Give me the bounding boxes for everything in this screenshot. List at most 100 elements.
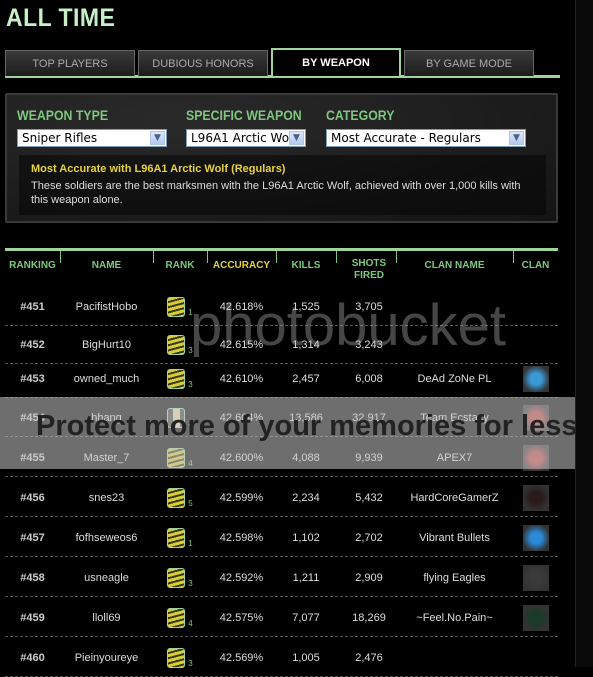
table-row: #454 hhang 3 42.604% 13,586 32,917 Team Ecstac…	[5, 399, 558, 437]
tab-dubious-honors[interactable]: DUBIOUS HONORS	[138, 50, 268, 76]
filter-panel: WEAPON TYPE Sniper Rifles ▼ SPECIFIC WEAP…	[5, 93, 558, 223]
clan-cell: Vibrant Bullets	[419, 531, 490, 544]
shots-cell: 6,008	[355, 372, 383, 385]
col-kills[interactable]: KILLS	[276, 260, 336, 272]
tab-by-game-mode[interactable]: BY GAME MODE	[404, 50, 534, 76]
clan-cell: Team Ecstacy	[420, 411, 489, 424]
clan-emblem-icon	[522, 404, 549, 431]
chevron-down-icon[interactable]: ▼	[509, 131, 524, 145]
clan-emblem-cell	[513, 599, 558, 636]
rank-cell: 1	[153, 519, 207, 556]
col-clan-name[interactable]: CLAN NAME	[396, 260, 513, 272]
clan-emblem-cell	[513, 559, 558, 596]
rank-level: 1	[188, 539, 193, 548]
kills-cell: 1,525	[292, 300, 320, 313]
clan-cell: ~Feel.No.Pain~	[416, 611, 493, 624]
rank-level: 4	[188, 459, 193, 468]
category-value: Most Accurate - Regulars	[331, 131, 481, 145]
specific-weapon-label: SPECIFIC WEAPON	[186, 107, 302, 123]
description-text: These soldiers are the best marksmen wit…	[31, 180, 521, 206]
player-name-link[interactable]: fofhseweos6	[60, 519, 153, 556]
shots-cell: 2,909	[355, 571, 383, 584]
shots-cell: 3,243	[355, 338, 383, 351]
clan-emblem-icon	[522, 524, 549, 551]
rank-level: 3	[188, 380, 193, 389]
tab-top-players[interactable]: TOP PLAYERS	[5, 50, 135, 76]
kills-cell: 1,314	[292, 338, 320, 351]
rank-cell: 4	[153, 599, 207, 636]
table-row: #460 Pieinyoureye 3 42.569% 1,005 2,476	[5, 639, 558, 677]
accuracy-cell: 42.618%	[219, 300, 264, 313]
player-name-link[interactable]: Master_7	[60, 439, 153, 476]
player-name-link[interactable]: Pieinyoureye	[60, 639, 153, 676]
rank-level: 5	[188, 499, 193, 508]
rank-cell: 5	[153, 479, 207, 516]
clan-emblem-cell	[513, 360, 558, 397]
accuracy-cell: 42.569%	[219, 651, 264, 664]
rank-cell: 3	[153, 360, 207, 397]
specific-weapon-select[interactable]: L96A1 Arctic Wo ▼	[186, 129, 306, 147]
shots-cell: 2,476	[355, 651, 383, 664]
tab-by-weapon[interactable]: BY WEAPON	[271, 48, 401, 76]
col-clan[interactable]: CLAN	[513, 260, 558, 272]
ranking-cell: #454	[20, 411, 45, 424]
rank-insignia-icon	[167, 567, 186, 588]
player-name-link[interactable]: usneagle	[60, 559, 153, 596]
ranking-cell: #456	[20, 491, 45, 504]
player-name-link[interactable]: lloll69	[60, 599, 153, 636]
clan-cell: HardCoreGamerZ	[410, 491, 499, 504]
col-accuracy[interactable]: ACCURACY	[207, 260, 276, 272]
clan-cell: APEX7	[436, 451, 473, 464]
clan-cell	[396, 288, 513, 325]
category-select[interactable]: Most Accurate - Regulars ▼	[326, 129, 526, 147]
col-ranking[interactable]: RANKING	[5, 260, 60, 272]
clan-emblem-cell	[513, 519, 558, 556]
clan-emblem-cell	[513, 399, 558, 436]
table-row: #458 usneagle 3 42.592% 1,211 2,909 flying Eag…	[5, 559, 558, 597]
table-row: #452 BigHurt10 3 42.615% 1,314 3,243	[5, 326, 558, 364]
accuracy-cell: 42.610%	[219, 372, 264, 385]
rank-level: 1	[188, 308, 193, 317]
col-shots-fired[interactable]: SHOTS FIRED	[336, 258, 402, 282]
rank-cell: 3	[153, 399, 207, 436]
chevron-down-icon[interactable]: ▼	[150, 131, 165, 145]
player-name-link[interactable]: owned_much	[60, 360, 153, 397]
ranking-cell: #451	[20, 300, 45, 313]
clan-cell: flying Eagles	[423, 571, 486, 584]
shots-cell: 18,269	[352, 611, 386, 624]
accuracy-cell: 42.598%	[219, 531, 264, 544]
table-row: #459 lloll69 4 42.575% 7,077 18,269 ~Feel.No.P…	[5, 599, 558, 637]
rank-level: 4	[188, 619, 193, 628]
weapon-type-select[interactable]: Sniper Rifles ▼	[17, 129, 167, 147]
category-description: Most Accurate with L96A1 Arctic Wolf (Re…	[19, 155, 546, 215]
ranking-cell: #455	[20, 451, 45, 464]
player-name-link[interactable]: hhang	[60, 399, 153, 436]
rank-insignia-icon	[167, 487, 186, 508]
player-name-link[interactable]: BigHurt10	[60, 326, 153, 363]
player-name-link[interactable]: snes23	[60, 479, 153, 516]
clan-emblem-icon	[522, 564, 549, 591]
rank-insignia-icon	[167, 447, 186, 468]
shots-cell: 2,702	[355, 531, 383, 544]
scrollbar[interactable]	[575, 0, 593, 667]
rank-cell: 3	[153, 559, 207, 596]
accuracy-cell: 42.600%	[219, 451, 264, 464]
player-name-link[interactable]: PacifistHobo	[60, 288, 153, 325]
kills-cell: 2,457	[292, 372, 320, 385]
shots-cell: 32,917	[352, 411, 386, 424]
rank-insignia-icon	[167, 296, 186, 317]
shots-cell: 9,939	[355, 451, 383, 464]
col-rank[interactable]: RANK	[153, 260, 207, 272]
rank-cell: 1	[153, 288, 207, 325]
page-title: ALL TIME	[6, 4, 116, 32]
chevron-down-icon[interactable]: ▼	[289, 131, 304, 145]
clan-cell	[396, 326, 513, 363]
kills-cell: 1,005	[292, 651, 320, 664]
weapon-type-value: Sniper Rifles	[22, 131, 98, 145]
rank-insignia-icon	[167, 368, 186, 389]
rank-level: 3	[188, 579, 193, 588]
rank-insignia-icon	[167, 607, 186, 628]
shots-cell: 3,705	[355, 300, 383, 313]
col-name[interactable]: NAME	[60, 260, 153, 272]
accuracy-cell: 42.604%	[219, 411, 264, 424]
